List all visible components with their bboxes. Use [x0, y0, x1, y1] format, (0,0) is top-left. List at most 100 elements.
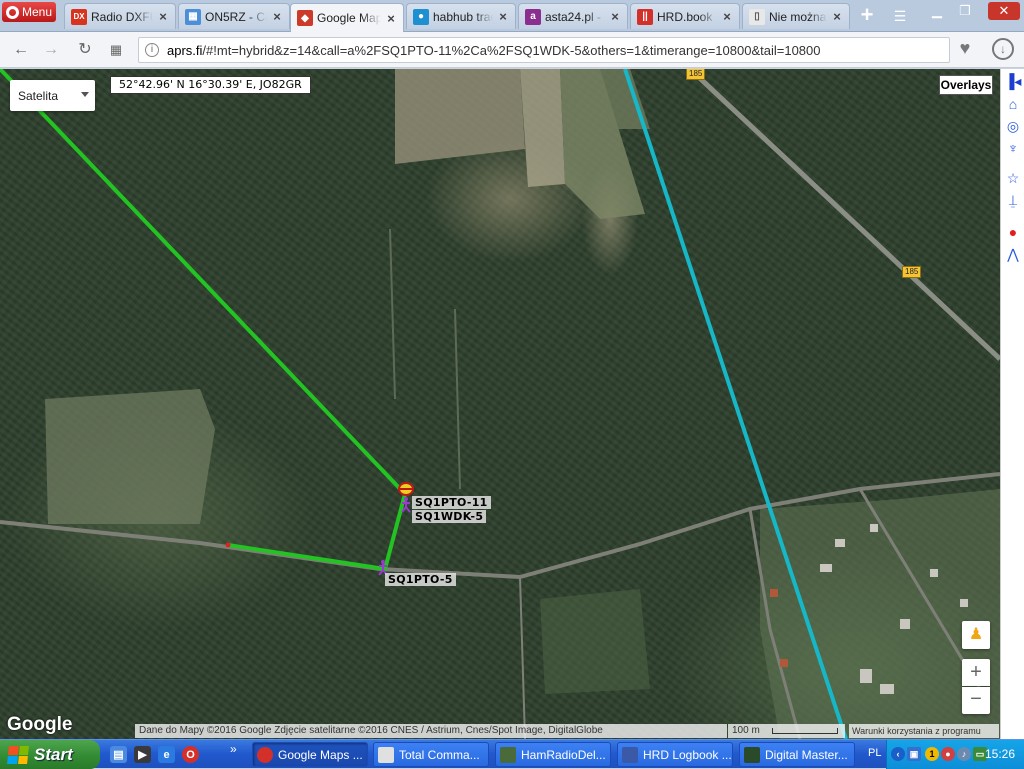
show-desktop-icon[interactable]: ▤: [110, 746, 127, 763]
language-indicator[interactable]: PL: [868, 747, 881, 759]
tab-habhub[interactable]: ● habhub tracker ×: [406, 3, 516, 29]
antenna-tower-icon[interactable]: ♆: [1004, 139, 1022, 157]
task-label: Total Comma...: [399, 747, 480, 762]
task-hrd-logbook[interactable]: HRD Logbook ...: [617, 742, 733, 767]
tab-asta24[interactable]: a asta24.pl - li ×: [518, 3, 628, 29]
network-icon[interactable]: ▣: [907, 747, 921, 761]
close-window-icon[interactable]: ✕: [988, 2, 1020, 20]
forward-arrow-icon[interactable]: →: [41, 40, 61, 60]
tab-title: ON5RZ - Call: [205, 9, 267, 24]
tab-google-maps[interactable]: ◆ Google Maps ×: [290, 3, 404, 32]
task-google-maps[interactable]: Google Maps ...: [252, 742, 368, 767]
opera-menu-button[interactable]: Menu: [2, 2, 56, 22]
map-overlay-graphics: [0, 69, 1000, 739]
close-tab-icon[interactable]: ×: [831, 9, 843, 24]
back-arrow-icon[interactable]: ←: [11, 40, 31, 60]
compass-icon[interactable]: ◎: [1004, 117, 1022, 135]
satellite-map[interactable]: Satelita 52°42.96' N 16°30.39' E, JO82GR…: [0, 69, 1000, 739]
address-bar[interactable]: i aprs.fi/#!mt=hybrid&z=14&call=a%2FSQ1P…: [138, 37, 950, 63]
task-total-commander[interactable]: Total Comma...: [373, 742, 489, 767]
new-tab-plus-icon[interactable]: +: [857, 4, 877, 26]
tab-title: Radio DXFUN: [91, 9, 153, 24]
sq1pto-5-track-line: [227, 493, 407, 572]
close-tab-icon[interactable]: ×: [271, 9, 283, 24]
close-tab-icon[interactable]: ×: [609, 9, 621, 24]
home-icon[interactable]: ⌂: [1004, 95, 1022, 113]
quick-launch-more-icon[interactable]: »: [230, 742, 237, 756]
star-icon[interactable]: ☆: [1004, 169, 1022, 187]
terms-link[interactable]: Warunki korzystania z programu: [849, 724, 999, 738]
waveform-icon: [744, 746, 760, 763]
forest-path: [519, 576, 526, 739]
close-tab-icon[interactable]: ×: [497, 9, 509, 24]
forest-path: [389, 228, 396, 400]
site-info-icon[interactable]: i: [145, 43, 159, 57]
tab-title: Nie można z: [769, 9, 827, 24]
task-hamradiodeluxe[interactable]: HamRadioDel...: [495, 742, 611, 767]
maximize-icon[interactable]: ❐: [953, 2, 977, 20]
task-label: Google Maps ...: [278, 747, 363, 762]
notification-badge-icon[interactable]: 1: [925, 747, 939, 761]
google-logo[interactable]: Google: [7, 714, 72, 736]
zoom-out-button[interactable]: −: [962, 687, 990, 714]
coordinates-readout: 52°42.96' N 16°30.39' E, JO82GR: [110, 76, 311, 94]
security-shield-icon[interactable]: ●: [941, 747, 955, 761]
opera-launch-icon[interactable]: O: [182, 746, 199, 763]
road-185: [688, 69, 1000, 361]
dxfun-icon: DX: [71, 8, 87, 25]
task-label: Digital Master...: [765, 747, 848, 762]
browser-tab-bar: Menu DX Radio DXFUN × ▦ ON5RZ - Call × ◆…: [0, 0, 1024, 32]
map-scale[interactable]: 100 m: [728, 724, 845, 738]
tab-radio-dxfun[interactable]: DX Radio DXFUN ×: [64, 3, 176, 29]
minimize-icon[interactable]: ▁: [925, 2, 949, 20]
overlays-button[interactable]: Overlays: [939, 75, 993, 95]
media-player-icon[interactable]: ▶: [134, 746, 151, 763]
scale-label: 100 m: [732, 725, 760, 736]
mast-icon[interactable]: ⍊: [1004, 191, 1022, 209]
farm-field: [395, 69, 525, 164]
tab-menu-icon[interactable]: ☰: [891, 8, 909, 24]
tab-on5rz[interactable]: ▦ ON5RZ - Call ×: [178, 3, 290, 29]
asta-icon: a: [525, 8, 541, 25]
hrd-icon: ||: [637, 8, 653, 25]
speed-dial-grid-icon[interactable]: ▦: [106, 40, 126, 60]
task-label: HamRadioDel...: [521, 747, 606, 762]
reload-icon[interactable]: ↻: [75, 40, 95, 60]
internet-explorer-icon[interactable]: e: [158, 746, 175, 763]
start-label: Start: [34, 744, 73, 764]
windows-taskbar: Start ▤ ▶ e O » Google Maps ... Total Co…: [0, 739, 1024, 769]
close-tab-icon[interactable]: ×: [385, 11, 397, 26]
task-digital-master[interactable]: Digital Master...: [739, 742, 855, 767]
station-label-sq1pto-11[interactable]: SQ1PTO-11: [412, 496, 491, 509]
close-tab-icon[interactable]: ×: [721, 9, 733, 24]
zoom-in-button[interactable]: +: [962, 659, 990, 686]
tab-nie-mozna[interactable]: ▯ Nie można z ×: [742, 3, 850, 29]
sidebar-toggle-icon[interactable]: ▐◂: [1004, 72, 1022, 90]
system-clock[interactable]: 15:26: [985, 747, 1015, 761]
floppy-icon: [378, 746, 394, 763]
download-icon[interactable]: ↓: [992, 38, 1014, 60]
task-label: HRD Logbook ...: [643, 747, 732, 762]
heart-bookmark-icon[interactable]: ♥: [955, 38, 975, 58]
document-icon: ▯: [749, 8, 765, 25]
start-button[interactable]: Start: [0, 740, 100, 769]
map-type-dropdown[interactable]: Satelita: [10, 80, 95, 111]
road-shield-185: 185: [686, 69, 706, 80]
road-shield-185: 185: [902, 266, 922, 278]
volume-icon[interactable]: ♪: [957, 747, 971, 761]
browser-navigation-bar: ← → ↻ ▦ i aprs.fi/#!mt=hybrid&z=14&call=…: [0, 32, 1024, 68]
url-text[interactable]: aprs.fi/#!mt=hybrid&z=14&call=a%2FSQ1PTO…: [167, 43, 821, 58]
tab-hrd-book[interactable]: || HRD.book ×: [630, 3, 740, 29]
back-arrow-tray-icon[interactable]: ‹: [891, 747, 905, 761]
close-tab-icon[interactable]: ×: [157, 9, 169, 24]
station-label-sq1pto-5[interactable]: SQ1PTO-5: [385, 573, 456, 586]
opera-icon: [257, 746, 273, 763]
url-host: aprs.fi: [167, 42, 203, 58]
tab-title: habhub tracker: [433, 9, 493, 24]
balloon-station-icon[interactable]: [398, 482, 414, 496]
station-label-sq1wdk-5[interactable]: SQ1WDK-5: [412, 510, 487, 523]
compass-drafting-icon[interactable]: ⋀: [1004, 245, 1022, 263]
menu-label: Menu: [22, 5, 53, 19]
pegman-street-view-icon[interactable]: ♟: [962, 621, 990, 649]
weather-balloon-icon[interactable]: ●: [1004, 223, 1022, 241]
